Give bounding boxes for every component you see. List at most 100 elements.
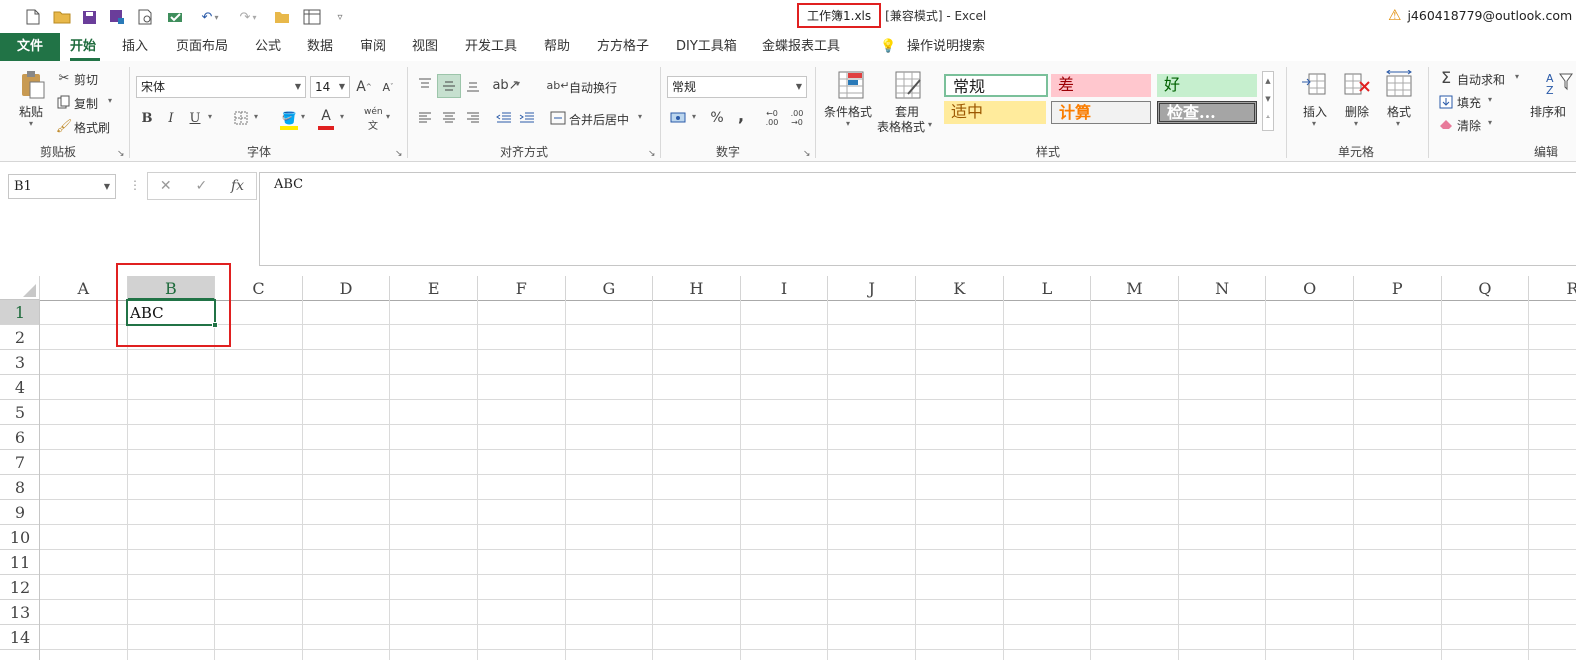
align-right-icon[interactable] [463,108,483,128]
redo-icon[interactable]: ↷ ▾ [234,7,262,27]
scroll-up-icon[interactable]: ▲ [1263,72,1273,90]
style-calculation[interactable]: 计算 [1051,101,1151,124]
gallery-more-icon[interactable]: ⩡ [1263,108,1273,126]
row-header-13[interactable]: 13 [0,600,40,625]
new-file-icon[interactable] [24,7,42,27]
tab-file[interactable]: 文件 [0,33,60,61]
borders-dropdown-icon[interactable]: ▾ [254,112,258,121]
insert-function-icon[interactable]: fx [231,178,244,194]
row-header-7[interactable]: 7 [0,450,40,475]
column-header-f[interactable]: F [478,276,566,300]
conditional-format-dropdown-icon[interactable]: ▾ [846,119,850,128]
tab-data[interactable]: 数据 [307,33,333,61]
merge-dropdown-icon[interactable]: ▾ [638,112,642,121]
autosum-button[interactable]: 自动求和 [1457,71,1505,88]
column-header-p[interactable]: P [1354,276,1442,300]
fill-button[interactable]: 填充 [1457,94,1481,111]
format-as-table-icon[interactable] [893,69,923,101]
increase-indent-icon[interactable] [517,108,537,128]
decrease-decimal-icon[interactable]: .00 →0 [787,107,807,129]
row-header-14[interactable]: 14 [0,625,40,650]
column-header-g[interactable]: G [565,276,654,300]
italic-button[interactable]: I [164,108,178,128]
row-header-8[interactable]: 8 [0,475,40,500]
tell-me-search[interactable]: 操作说明搜索 [907,33,985,61]
style-normal[interactable]: 常规 [944,74,1048,97]
merge-center-icon[interactable] [549,109,567,127]
wrap-text-button[interactable]: 自动换行 [569,79,617,96]
column-header-l[interactable]: L [1003,276,1092,300]
autosum-icon[interactable]: Σ [1438,68,1454,87]
align-bottom-icon[interactable] [463,76,483,96]
column-header-e[interactable]: E [390,276,478,300]
insert-cells-button[interactable]: 插入 [1303,103,1327,120]
spell-check-icon[interactable] [166,7,186,27]
fill-down-icon[interactable] [1438,94,1454,110]
format-as-table-dropdown-icon[interactable]: ▾ [928,120,932,129]
row-header-5[interactable]: 5 [0,400,40,425]
clear-dropdown-icon[interactable]: ▾ [1488,118,1492,127]
delete-cells-button[interactable]: 删除 [1345,103,1369,120]
style-neutral[interactable]: 适中 [944,101,1046,124]
tab-page-layout[interactable]: 页面布局 [176,33,228,61]
number-format-select[interactable]: 常规 ▼ [667,76,807,98]
delete-cells-icon[interactable] [1342,69,1372,99]
formula-input[interactable]: ABC [259,172,1576,266]
format-painter-button[interactable]: 格式刷 [74,119,110,136]
percent-button[interactable]: % [709,108,725,128]
alignment-launcher-icon[interactable]: ↘ [648,149,656,159]
column-header-q[interactable]: Q [1441,276,1530,300]
column-header-n[interactable]: N [1178,276,1267,300]
style-bad[interactable]: 差 [1051,74,1151,97]
name-box[interactable]: B1 ▼ [8,174,116,199]
phonetic-dropdown-icon[interactable]: ▾ [386,112,390,121]
font-size-select[interactable]: 14 ▼ [310,76,350,98]
cancel-icon[interactable]: ✕ [160,178,172,194]
align-center-icon[interactable] [439,108,459,128]
delete-cells-dropdown-icon[interactable]: ▾ [1354,119,1358,128]
customize-icon[interactable]: ▿ [334,7,346,27]
insert-cells-icon[interactable] [1300,69,1328,99]
wrap-text-icon[interactable]: ab↵ [547,76,570,94]
decrease-font-icon[interactable]: Aˇ [378,77,398,97]
copy-button[interactable]: 复制 [74,95,98,112]
autosum-dropdown-icon[interactable]: ▾ [1515,72,1519,81]
clipboard-launcher-icon[interactable]: ↘ [117,149,125,159]
number-launcher-icon[interactable]: ↘ [803,149,811,159]
scroll-down-icon[interactable]: ▼ [1263,90,1273,108]
copy-dropdown-icon[interactable]: ▾ [108,96,112,105]
column-header-j[interactable]: J [828,276,916,300]
column-header-d[interactable]: D [302,276,391,300]
tab-developer[interactable]: 开发工具 [465,33,517,61]
column-header-i[interactable]: I [740,276,829,300]
row-header-9[interactable]: 9 [0,500,40,525]
copy-icon[interactable] [56,94,72,110]
underline-dropdown-icon[interactable]: ▾ [208,112,212,121]
font-name-select[interactable]: 宋体 ▼ [136,76,306,98]
format-cells-dropdown-icon[interactable]: ▾ [1396,119,1400,128]
sheet-view-icon[interactable] [302,7,322,27]
column-header-r[interactable]: R [1529,276,1576,300]
increase-font-icon[interactable]: A ^ [354,77,374,97]
tab-fangfangezi[interactable]: 方方格子 [597,33,649,61]
select-all-corner[interactable] [0,276,40,300]
row-header-12[interactable]: 12 [0,575,40,600]
align-middle-icon[interactable] [437,74,461,98]
worksheet-grid[interactable]: ABCDEFGHIJKLMNOPQR 1 2 3 4 5 6 7 8 9 10 11 12 13 14 A… [0,263,1576,660]
font-color-dropdown-icon[interactable]: ▾ [340,112,344,121]
orientation-dropdown-icon[interactable]: ▾ [516,79,520,88]
row-header-11[interactable]: 11 [0,550,40,575]
insert-cells-dropdown-icon[interactable]: ▾ [1312,119,1316,128]
phonetic-wen-char[interactable]: 文 [368,117,378,132]
clear-button[interactable]: 清除 [1457,117,1481,134]
paste-dropdown-icon[interactable]: ▾ [29,119,33,128]
style-good[interactable]: 好 [1157,74,1257,97]
open-folder-icon[interactable] [52,7,72,27]
font-color-icon[interactable]: A [318,107,334,125]
tab-help[interactable]: 帮助 [544,33,570,61]
increase-decimal-icon[interactable]: ←0.00 [762,107,782,129]
orientation-icon[interactable]: ab↗ [492,75,519,95]
column-header-o[interactable]: O [1266,276,1354,300]
conditional-format-icon[interactable] [836,69,866,101]
tab-home[interactable]: 开始 [70,33,96,61]
